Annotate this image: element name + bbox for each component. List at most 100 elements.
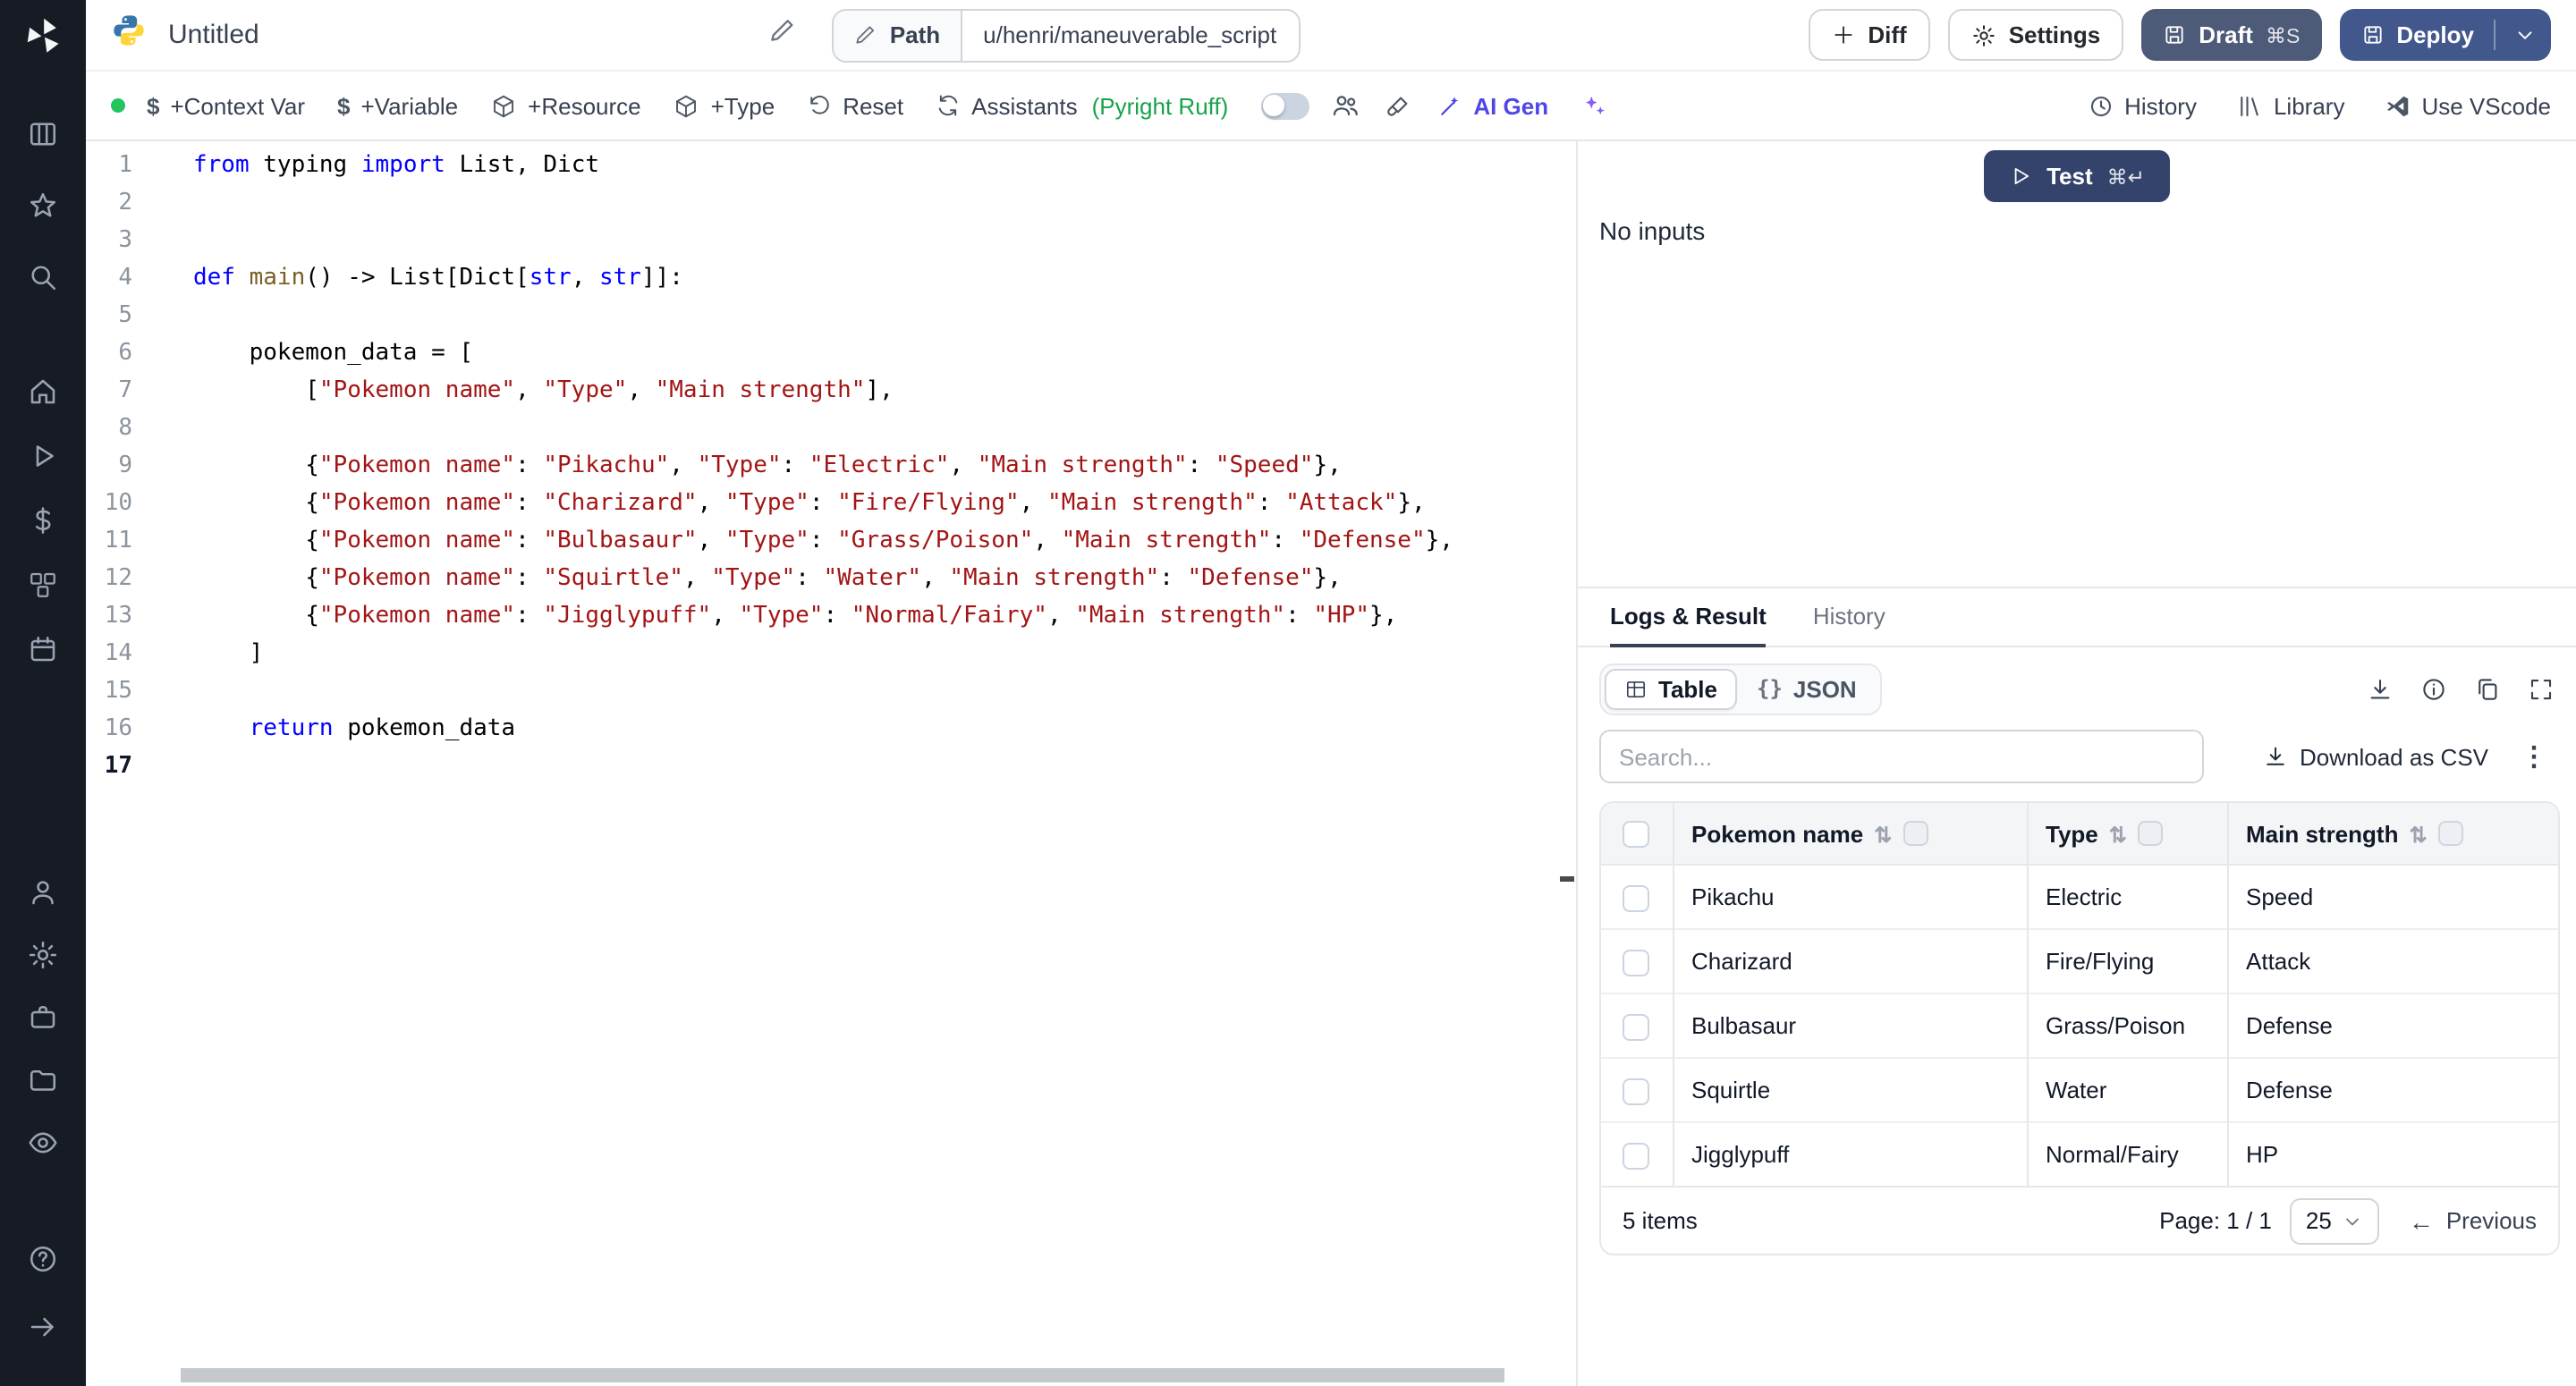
user-icon[interactable] [27,876,59,909]
row-checkbox[interactable] [1623,1142,1650,1169]
sparkles-icon[interactable] [1580,92,1607,119]
editor-horizontal-scrollbar[interactable] [181,1368,1504,1382]
sort-icon[interactable]: ⇅ [2409,822,2427,847]
row-checkbox[interactable] [1623,884,1650,911]
collapse-arrow-icon[interactable] [27,1311,59,1343]
column-toggle[interactable] [2438,820,2463,845]
table-row[interactable]: JigglypuffNormal/FairyHP [1601,1122,2558,1186]
copy-icon[interactable] [2474,675,2501,702]
diff-button[interactable]: Diff [1809,9,1929,61]
table-cell: Pikachu [1673,865,2027,929]
help-icon[interactable] [27,1243,59,1275]
test-button[interactable]: Test ⌘↵ [1984,150,2170,202]
result-table-body: PikachuElectricSpeedCharizardFire/Flying… [1601,865,2558,1186]
assistants-toggle[interactable] [1260,92,1309,119]
select-all-checkbox[interactable] [1623,821,1650,848]
path-value[interactable]: u/henri/maneuverable_script [962,10,1298,60]
code-line[interactable]: {"Pokemon name": "Bulbasaur", "Type": "G… [193,522,1453,560]
column-header[interactable]: Type⇅ [2027,803,2227,865]
audit-eye-icon[interactable] [27,1127,59,1159]
code-line[interactable] [193,222,1453,259]
search-input[interactable] [1599,730,2204,783]
path-control[interactable]: Path u/henri/maneuverable_script [833,8,1300,62]
download-result-icon[interactable] [2367,675,2394,702]
home-icon[interactable] [27,376,59,408]
edit-title-pencil-icon[interactable] [768,16,797,54]
previous-page-button[interactable]: ← Previous [2409,1206,2537,1235]
add-resource-button[interactable]: +Resource [490,92,640,119]
code-line[interactable] [193,410,1453,447]
code-line[interactable]: def main() -> List[Dict[str, str]]: [193,259,1453,297]
code-line[interactable]: ] [193,635,1453,672]
add-type-button[interactable]: +Type [674,92,775,119]
format-brush-icon[interactable] [1384,92,1411,119]
code-line[interactable]: ["Pokemon name", "Type", "Main strength"… [193,372,1453,410]
code-line[interactable] [193,672,1453,710]
code-line[interactable]: return pokemon_data [193,710,1453,748]
code-line[interactable] [193,748,1453,785]
column-header[interactable]: Pokemon name⇅ [1673,803,2027,865]
assistants-button[interactable]: Assistants (Pyright Ruff) [936,92,1228,119]
library-button[interactable]: Library [2236,92,2345,119]
path-edit-button[interactable]: Path [835,10,962,60]
view-table-button[interactable]: Table [1605,668,1737,709]
sort-icon[interactable]: ⇅ [1874,822,1892,847]
add-context-var-button[interactable]: $ +Context Var [147,92,305,119]
line-numbers: 1234567891011121314151617 [86,147,186,785]
windmill-logo-icon[interactable] [21,14,64,57]
deploy-chevron-down-icon[interactable] [2513,23,2537,46]
workers-briefcase-icon[interactable] [27,1001,59,1034]
script-title[interactable]: Untitled [168,20,259,50]
column-toggle[interactable] [2138,820,2163,845]
add-variable-button[interactable]: $ +Variable [337,92,458,119]
code-line[interactable]: {"Pokemon name": "Charizard", "Type": "F… [193,485,1453,522]
table-row[interactable]: CharizardFire/FlyingAttack [1601,929,2558,993]
settings-gear-icon[interactable] [27,939,59,971]
ai-gen-button[interactable]: AI Gen [1436,92,1548,119]
runs-play-icon[interactable] [27,440,59,472]
favorites-star-icon[interactable] [27,190,59,222]
table-cell: Speed [2227,865,2558,929]
table-row[interactable]: BulbasaurGrass/PoisonDefense [1601,993,2558,1058]
search-icon[interactable] [27,261,59,293]
folders-icon[interactable] [27,1064,59,1096]
code-lines[interactable]: from typing import List, Dict def main()… [186,147,1453,785]
schedules-calendar-icon[interactable] [27,633,59,665]
code-line[interactable] [193,297,1453,334]
code-line[interactable]: from typing import List, Dict [193,147,1453,184]
apps-grid-icon[interactable] [27,118,59,150]
history-button[interactable]: History [2087,92,2197,119]
code-line[interactable]: {"Pokemon name": "Jigglypuff", "Type": "… [193,597,1453,635]
page-size-select[interactable]: 25 [2290,1197,2380,1244]
code-line[interactable] [193,184,1453,222]
table-row[interactable]: SquirtleWaterDefense [1601,1058,2558,1122]
logs-tabbar: Logs & Result History [1578,588,2576,647]
table-options-kebab-icon[interactable]: ⋮ [2521,740,2547,773]
draft-button[interactable]: Draft ⌘S [2141,9,2321,61]
table-row[interactable]: PikachuElectricSpeed [1601,865,2558,929]
multiplayer-users-icon[interactable] [1330,91,1359,120]
code-line[interactable]: {"Pokemon name": "Pikachu", "Type": "Ele… [193,447,1453,485]
variables-dollar-icon[interactable] [27,504,59,537]
download-csv-button[interactable]: Download as CSV [2262,743,2488,770]
sort-icon[interactable]: ⇅ [2109,822,2127,847]
row-checkbox[interactable] [1623,949,1650,976]
column-toggle[interactable] [1902,820,1928,845]
dollar-icon: $ [147,92,159,119]
tab-logs-result[interactable]: Logs & Result [1610,588,1767,647]
deploy-button[interactable]: Deploy [2339,9,2551,61]
use-vscode-button[interactable]: Use VScode [2384,92,2551,119]
code-editor[interactable]: 1234567891011121314151617 from typing im… [86,141,1578,1386]
view-json-button[interactable]: {} JSON [1737,668,1877,709]
column-header[interactable]: Main strength⇅ [2227,803,2558,865]
code-line[interactable]: pokemon_data = [ [193,334,1453,372]
row-checkbox[interactable] [1623,1013,1650,1040]
row-checkbox[interactable] [1623,1078,1650,1104]
tab-history[interactable]: History [1813,588,1885,647]
info-icon[interactable] [2420,675,2447,702]
settings-button[interactable]: Settings [1948,9,2124,61]
expand-icon[interactable] [2528,675,2555,702]
resources-cubes-icon[interactable] [27,569,59,601]
reset-button[interactable]: Reset [807,92,903,119]
code-line[interactable]: {"Pokemon name": "Squirtle", "Type": "Wa… [193,560,1453,597]
